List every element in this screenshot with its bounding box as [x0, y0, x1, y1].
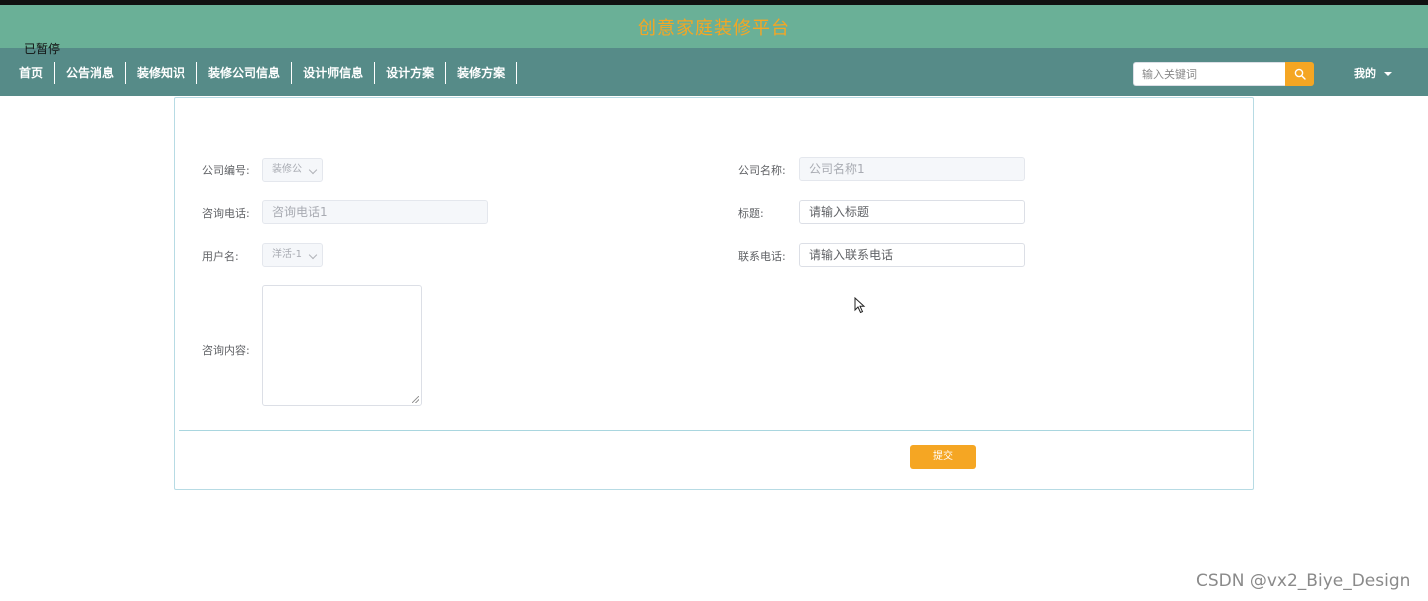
submit-button[interactable]: 提交: [910, 445, 976, 469]
paused-label: 已暂停: [24, 42, 61, 56]
consult-content-label: 咨询内容:: [202, 344, 250, 357]
consult-form-card: 公司编号: 装修公 公司名称: 公司名称1 咨询电话: 咨询电话1 标题: 请输…: [174, 97, 1254, 490]
search-box: [1133, 62, 1314, 86]
title-input[interactable]: 请输入标题: [799, 200, 1025, 224]
company-no-label: 公司编号:: [202, 164, 250, 177]
company-no-select[interactable]: 装修公: [262, 158, 323, 182]
nav-item-company-info[interactable]: 装修公司信息: [197, 62, 293, 84]
user-menu[interactable]: 我的: [1354, 65, 1392, 81]
chevron-down-icon: [308, 165, 318, 175]
nav-item-renovation-plans[interactable]: 装修方案: [446, 62, 518, 84]
nav-item-announcements[interactable]: 公告消息: [55, 62, 127, 84]
consult-phone-label: 咨询电话:: [202, 207, 250, 220]
chevron-down-icon: [1384, 72, 1392, 76]
nav-item-home[interactable]: 首页: [8, 62, 56, 84]
search-button[interactable]: [1285, 62, 1314, 86]
title-bar: 创意家庭装修平台: [0, 5, 1428, 48]
search-icon: [1294, 68, 1306, 80]
watermark-text: CSDN @vx2_Biye_Design: [1196, 571, 1411, 591]
company-no-value: 装修公: [272, 164, 302, 175]
search-input[interactable]: [1133, 62, 1285, 86]
nav-item-design-plans[interactable]: 设计方案: [375, 62, 447, 84]
consult-content-textarea[interactable]: [262, 285, 422, 406]
username-value: 洋活-1: [272, 249, 302, 260]
username-label: 用户名:: [202, 250, 239, 263]
resize-grip-icon[interactable]: [412, 396, 419, 403]
nav-item-knowledge[interactable]: 装修知识: [126, 62, 198, 84]
consult-phone-field[interactable]: 咨询电话1: [262, 200, 488, 224]
chevron-down-icon: [308, 250, 318, 260]
contact-phone-input[interactable]: 请输入联系电话: [799, 243, 1025, 267]
username-select[interactable]: 洋活-1: [262, 243, 323, 267]
nav-bar: 首页 公告消息 装修知识 装修公司信息 设计师信息 设计方案 装修方案 我的: [0, 48, 1428, 96]
title-label: 标题:: [738, 207, 764, 220]
nav-item-designer-info[interactable]: 设计师信息: [292, 62, 376, 84]
contact-phone-label: 联系电话:: [738, 250, 786, 263]
user-menu-label: 我的: [1354, 67, 1376, 80]
company-name-label: 公司名称:: [738, 164, 786, 177]
nav-menu: 首页 公告消息 装修知识 装修公司信息 设计师信息 设计方案 装修方案: [8, 62, 518, 84]
company-name-field[interactable]: 公司名称1: [799, 157, 1025, 181]
mouse-cursor-icon: [854, 297, 866, 314]
divider: [179, 430, 1251, 431]
app-title: 创意家庭装修平台: [638, 17, 790, 39]
